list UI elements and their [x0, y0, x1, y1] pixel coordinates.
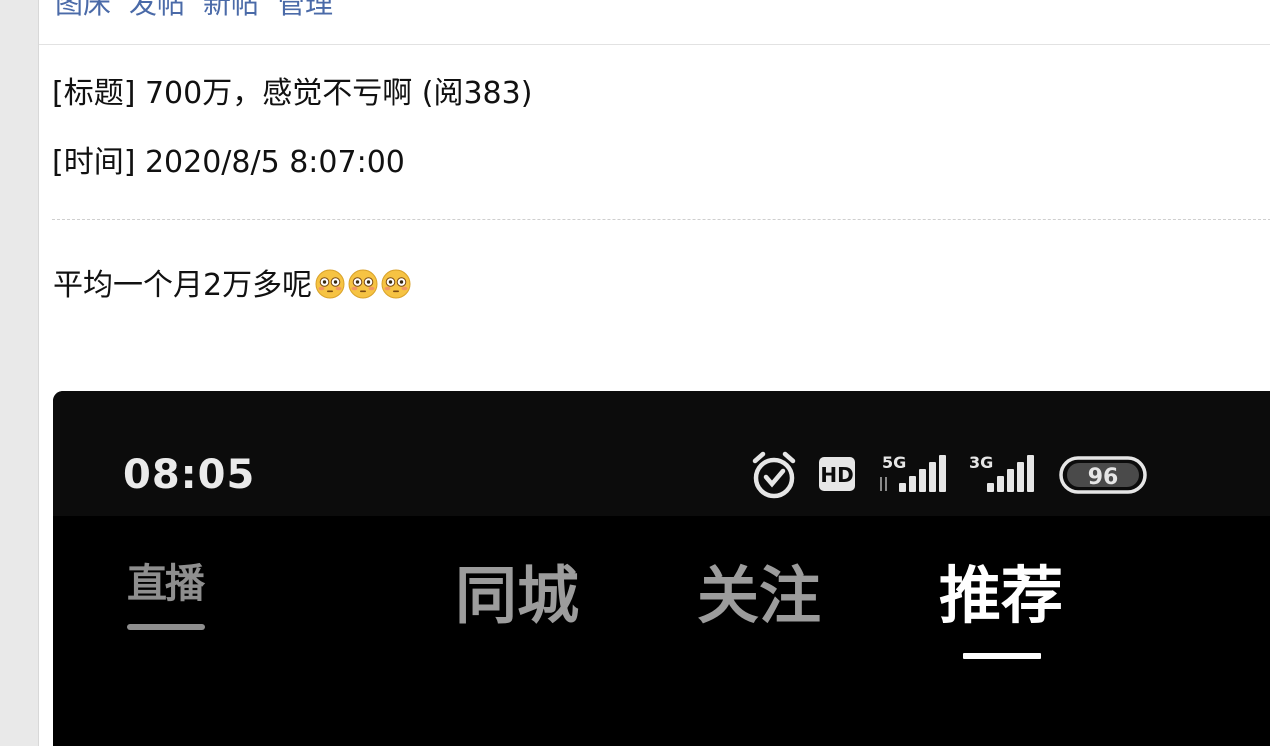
phone-top-tabs: 直播 同城 关注 推荐	[53, 516, 1270, 746]
active-tab-indicator	[963, 653, 1041, 659]
battery-level: 96	[1088, 465, 1119, 490]
tab-live-underline-icon	[127, 624, 205, 630]
tab-city[interactable]: 同城	[455, 558, 579, 634]
divider	[52, 219, 1270, 220]
post-title: [标题] 700万，感觉不亏啊 (阅383)	[52, 76, 533, 111]
post-body-text: 平均一个月2万多呢	[53, 268, 313, 303]
flushed-face-icon	[348, 269, 378, 299]
post-time: [时间] 2020/8/5 8:07:00	[52, 145, 405, 180]
browser-viewport: 图床 发帖 新帖 管理 [标题] 700万，感觉不亏啊 (阅383) [时间] …	[0, 0, 1270, 746]
signal-5g-icon: 5G	[880, 453, 946, 492]
nav-link-admin[interactable]: 管理	[277, 0, 333, 22]
hd-icon: HD	[819, 457, 855, 491]
status-icons: HD 5G 3G 96	[752, 451, 1147, 499]
tab-live[interactable]: 直播	[125, 550, 209, 640]
nav-link-latest[interactable]: 新帖	[203, 0, 259, 22]
post-body: 平均一个月2万多呢	[53, 266, 411, 306]
flushed-face-icon	[315, 269, 345, 299]
tab-recommend[interactable]: 推荐	[939, 558, 1063, 634]
network-label-5g: 5G	[882, 453, 906, 472]
alarm-icon	[752, 451, 796, 499]
nav-link-image-host[interactable]: 图床	[55, 0, 111, 22]
tab-follow[interactable]: 关注	[697, 558, 821, 634]
flushed-face-icon	[381, 269, 411, 299]
signal-3g-icon: 3G	[969, 453, 1034, 492]
post-page: 图床 发帖 新帖 管理 [标题] 700万，感觉不亏啊 (阅383) [时间] …	[38, 0, 1270, 746]
hd-label: HD	[820, 463, 853, 487]
nav-links: 图床 发帖 新帖 管理	[55, 0, 333, 22]
network-label-3g: 3G	[969, 453, 993, 472]
battery-icon: 96	[1059, 456, 1147, 494]
phone-status-bar: 08:05 HD 5G 3G 96	[53, 391, 1270, 516]
top-nav: 图床 发帖 新帖 管理	[39, 0, 1270, 45]
embedded-phone-screenshot: 08:05 HD 5G 3G 96 直播 同城 关注 推荐	[53, 391, 1270, 746]
tab-live-label: 直播	[127, 561, 205, 607]
left-gutter	[0, 0, 38, 746]
nav-link-new-post[interactable]: 发帖	[129, 0, 185, 22]
